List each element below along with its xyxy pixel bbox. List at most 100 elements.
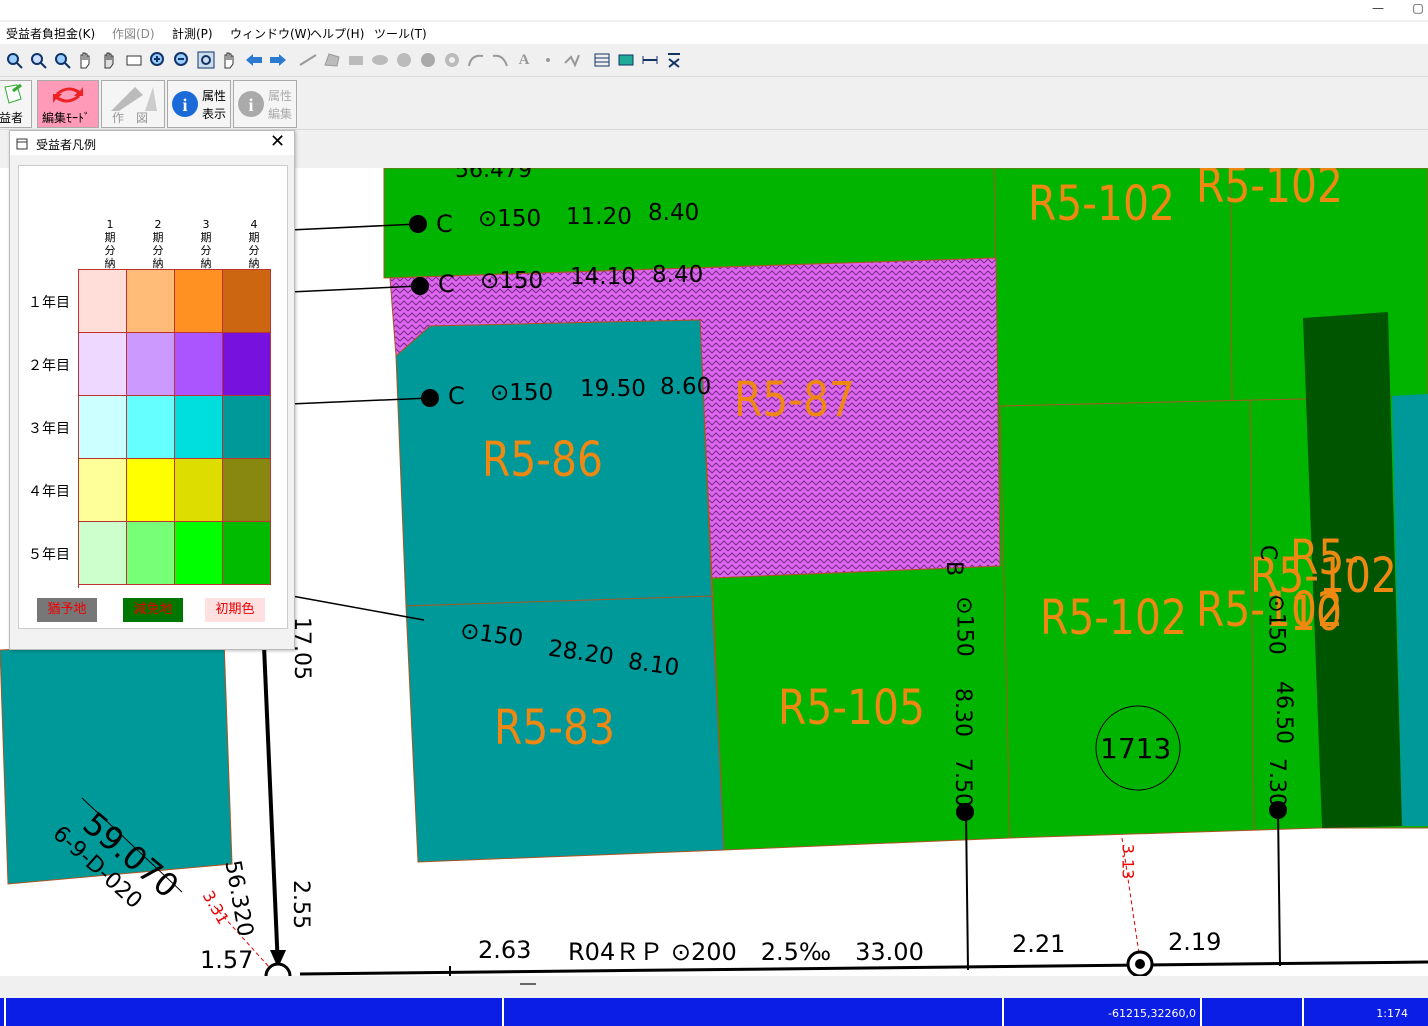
draw-curve-icon[interactable] — [490, 50, 510, 70]
edit-mode-button[interactable]: 編集ﾓｰﾄﾞ — [37, 80, 99, 128]
pipe-label: 14.10 — [570, 264, 636, 290]
legend-color-cell[interactable] — [223, 270, 271, 333]
lot-number: 1713 — [1100, 732, 1172, 765]
pipe-label: ⊙150 — [490, 380, 554, 406]
pipe-label: C — [436, 210, 453, 238]
arrow-forward-icon[interactable] — [268, 50, 288, 70]
zoom-in-icon[interactable] — [148, 50, 168, 70]
legend-color-cell[interactable] — [223, 333, 271, 396]
leader-icon[interactable] — [562, 50, 582, 70]
close-icon[interactable]: ✕ — [270, 131, 285, 152]
edit-mode-icon — [53, 87, 83, 103]
attribute-display-button[interactable]: i 属性 表示 — [167, 80, 231, 128]
legend-color-cell[interactable] — [127, 459, 175, 522]
menu-tools[interactable]: ツール(T) — [374, 25, 427, 42]
pipe-label: C — [438, 270, 455, 298]
attribute-edit-label-1: 属性 — [268, 89, 293, 103]
menu-draw[interactable]: 作図(D) — [112, 25, 155, 42]
legend-color-cell[interactable] — [127, 522, 175, 585]
legend-color-cell[interactable] — [175, 459, 223, 522]
legend-title: 受益者凡例 — [36, 138, 97, 152]
svg-text:i: i — [248, 95, 253, 115]
legend-titlebar[interactable]: 受益者凡例 ✕ — [10, 131, 294, 155]
attribute-display-label-2: 表示 — [202, 107, 227, 121]
parcel-label: R5-10 — [1290, 530, 1360, 642]
zoom-full-icon[interactable] — [4, 50, 24, 70]
legend-color-cell[interactable] — [79, 522, 127, 585]
draw-ellipse-icon[interactable] — [370, 50, 390, 70]
legend-color-cell[interactable] — [223, 459, 271, 522]
attribute-display-label-1: 属性 — [202, 89, 227, 103]
legend-color-cell[interactable] — [127, 270, 175, 333]
legend-color-cell[interactable] — [79, 270, 127, 333]
dimension-label: 56.479 — [455, 168, 532, 183]
initial-color-button[interactable]: 初期色 — [205, 598, 265, 622]
menu-beneficiary[interactable]: 受益者負担金(K) — [6, 25, 95, 42]
grab-icon[interactable] — [220, 50, 240, 70]
measure-distance-icon[interactable] — [640, 50, 660, 70]
toolbar: A — [0, 46, 700, 74]
parcel-label: R5-102 — [1196, 168, 1343, 214]
legend-color-cell[interactable] — [175, 270, 223, 333]
legend-color-cell[interactable] — [223, 522, 271, 585]
measure-table-icon[interactable] — [616, 50, 636, 70]
draw-polygon-icon[interactable] — [322, 50, 342, 70]
zoom-icon[interactable] — [52, 50, 72, 70]
draw-circle-icon[interactable] — [394, 50, 414, 70]
pipe-label: ⊙150 — [480, 268, 544, 294]
parcel-label: R5-86 — [482, 432, 603, 488]
pipe-label: C — [448, 382, 465, 410]
attribute-edit-label-2: 編集 — [268, 107, 293, 121]
maximize-icon[interactable]: ▢ — [1404, 0, 1428, 20]
draw-line-icon[interactable] — [298, 50, 318, 70]
pipe-label: 11.20 — [566, 204, 632, 230]
legend-color-cell[interactable] — [127, 396, 175, 459]
zoom-window-icon[interactable] — [28, 50, 48, 70]
splitter-handle[interactable] — [520, 983, 536, 985]
beneficiary-button[interactable]: 益者 — [0, 80, 32, 128]
legend-color-cell[interactable] — [175, 333, 223, 396]
legend-color-cell[interactable] — [223, 396, 271, 459]
menu-bar: 受益者負担金(K) 作図(D) 計測(P) ウィンドウ(W) ヘルプ(H) ツー… — [0, 22, 1428, 44]
draw-arc-icon[interactable] — [466, 50, 486, 70]
pipe-label: ⊙150 — [951, 596, 977, 657]
pipe-label: 8.40 — [652, 262, 704, 288]
menu-help[interactable]: ヘルプ(H) — [310, 25, 364, 42]
draw-button[interactable]: 作 図 — [101, 80, 165, 128]
dimension-label: 2.63 — [478, 936, 532, 964]
legend-color-cell[interactable] — [79, 333, 127, 396]
draw-rect-icon[interactable] — [346, 50, 366, 70]
window-icon — [16, 138, 28, 150]
dimension-label: 2.21 — [1012, 930, 1066, 958]
reduced-land-button[interactable]: 減免地 — [123, 598, 183, 622]
move-view-icon[interactable] — [124, 50, 144, 70]
draw-circle-fill-icon[interactable] — [418, 50, 438, 70]
minimize-icon[interactable]: — — [1364, 0, 1392, 20]
beneficiary-icon — [4, 83, 22, 104]
coordinates-readout: -61215,32260,0 — [1108, 1007, 1196, 1020]
measure-area-icon[interactable] — [592, 50, 612, 70]
measure-clear-icon[interactable] — [664, 50, 684, 70]
text-tool-icon[interactable]: A — [514, 50, 534, 70]
row-label: １年目 — [28, 295, 70, 311]
legend-window[interactable]: 受益者凡例 ✕ 1期分納入済 2期分納入済 3期分納入済 4期分納入済 猶予地 … — [9, 130, 295, 650]
arrow-back-icon[interactable] — [244, 50, 264, 70]
deferred-land-button[interactable]: 猶予地 — [37, 598, 97, 622]
legend-color-cell[interactable] — [175, 396, 223, 459]
info-disabled-icon: i — [238, 91, 264, 117]
menu-measure[interactable]: 計測(P) — [172, 25, 213, 42]
parcel-label: R5-87 — [734, 372, 855, 428]
pan-hand-icon[interactable] — [76, 50, 96, 70]
pan-drag-icon[interactable] — [100, 50, 120, 70]
menu-window[interactable]: ウィンドウ(W) — [230, 25, 311, 42]
attribute-edit-button[interactable]: i 属性 編集 — [233, 80, 297, 128]
refresh-icon[interactable] — [196, 50, 216, 70]
legend-color-cell[interactable] — [79, 459, 127, 522]
legend-color-cell[interactable] — [175, 522, 223, 585]
legend-color-cell[interactable] — [127, 333, 175, 396]
row-label: ５年目 — [28, 547, 70, 563]
zoom-out-icon[interactable] — [172, 50, 192, 70]
legend-color-cell[interactable] — [79, 396, 127, 459]
point-icon[interactable] — [538, 50, 558, 70]
draw-donut-icon[interactable] — [442, 50, 462, 70]
